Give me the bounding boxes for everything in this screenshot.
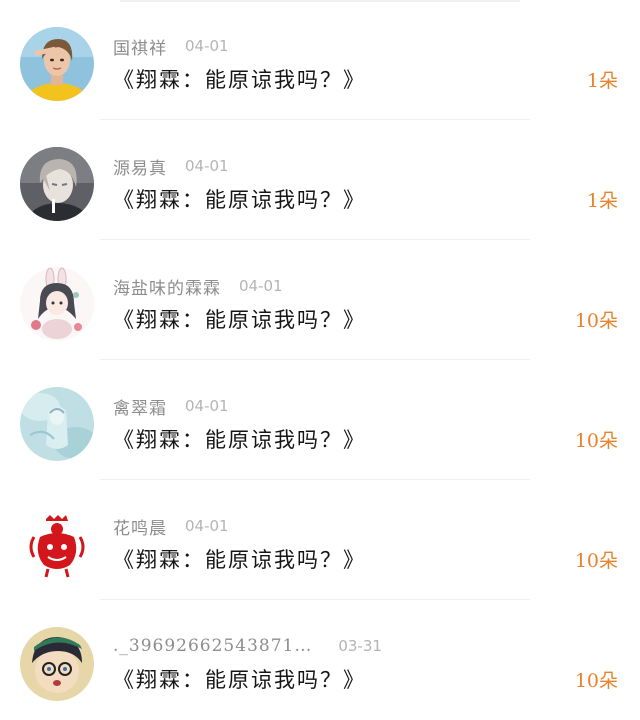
item-meta: 国祺祥 04-01 (113, 34, 229, 59)
list-item[interactable]: 国祺祥 04-01 《翔霖：能原谅我吗？》 1朵 (0, 0, 640, 120)
user-avatar[interactable] (20, 387, 94, 461)
item-message[interactable]: 《翔霖：能原谅我吗？》 (113, 664, 366, 694)
item-message[interactable]: 《翔霖：能原谅我吗？》 (113, 64, 366, 94)
flower-count: 1朵 (586, 190, 618, 212)
username[interactable]: 国祺祥 (113, 34, 167, 59)
item-meta: 源易真 04-01 (113, 154, 229, 179)
item-date: 04-01 (239, 277, 283, 295)
user-avatar[interactable] (20, 267, 94, 341)
item-meta: 花鸣晨 04-01 (113, 514, 229, 539)
flower-count: 10朵 (574, 310, 618, 332)
anime-detective-boy-avatar (20, 627, 94, 701)
user-avatar[interactable] (20, 507, 94, 581)
flower-count: 1朵 (586, 70, 618, 92)
username[interactable]: 源易真 (113, 154, 167, 179)
anime-boy-avatar (20, 147, 94, 221)
item-meta: ._39692662543871… 03-31 (113, 634, 382, 658)
item-meta: 禽翠霜 04-01 (113, 394, 229, 419)
list-item[interactable]: 海盐味的霖霖 04-01 《翔霖：能原谅我吗？》 10朵 (0, 240, 640, 360)
flower-count: 10朵 (574, 550, 618, 572)
list-item[interactable]: 源易真 04-01 《翔霖：能原谅我吗？》 1朵 (0, 120, 640, 240)
username[interactable]: 海盐味的霖霖 (113, 274, 221, 299)
red-paper-cut-rooster-avatar (20, 507, 94, 581)
item-message[interactable]: 《翔霖：能原谅我吗？》 (113, 544, 366, 574)
username[interactable]: 禽翠霜 (113, 394, 167, 419)
pale-blue-painting-avatar (20, 387, 94, 461)
item-message[interactable]: 《翔霖：能原谅我吗？》 (113, 304, 366, 334)
username[interactable]: 花鸣晨 (113, 514, 167, 539)
item-message[interactable]: 《翔霖：能原谅我吗？》 (113, 424, 366, 454)
item-message[interactable]: 《翔霖：能原谅我吗？》 (113, 184, 366, 214)
item-meta: 海盐味的霖霖 04-01 (113, 274, 283, 299)
bunny-ear-girl-illustration-avatar (20, 267, 94, 341)
flower-count: 10朵 (574, 430, 618, 452)
flower-count: 10朵 (574, 670, 618, 692)
list-item[interactable]: 花鸣晨 04-01 《翔霖：能原谅我吗？》 10朵 (0, 480, 640, 600)
item-date: 04-01 (185, 37, 229, 55)
item-date: 04-01 (185, 517, 229, 535)
girl-portrait-yellow-avatar (20, 27, 94, 101)
item-date: 04-01 (185, 157, 229, 175)
item-date: 03-31 (338, 637, 382, 655)
user-avatar[interactable] (20, 627, 94, 701)
username[interactable]: ._39692662543871… (113, 636, 312, 656)
gift-list: 国祺祥 04-01 《翔霖：能原谅我吗？》 1朵 源易真 04-01 《翔霖：能… (0, 0, 640, 720)
list-item[interactable]: ._39692662543871… 03-31 《翔霖：能原谅我吗？》 10朵 (0, 600, 640, 720)
item-date: 04-01 (185, 397, 229, 415)
list-item[interactable]: 禽翠霜 04-01 《翔霖：能原谅我吗？》 10朵 (0, 360, 640, 480)
user-avatar[interactable] (20, 27, 94, 101)
user-avatar[interactable] (20, 147, 94, 221)
